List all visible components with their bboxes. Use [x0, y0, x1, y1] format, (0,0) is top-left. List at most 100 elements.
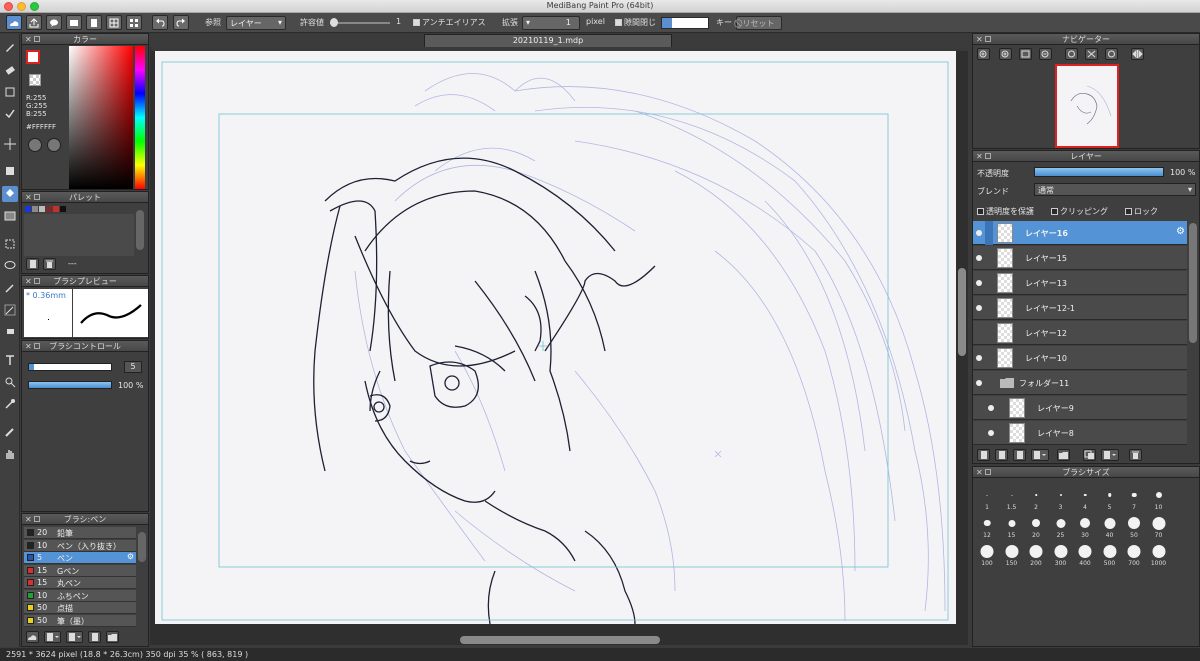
grid-button[interactable] [106, 15, 122, 30]
layer-row[interactable]: レイヤー10 [973, 346, 1187, 370]
brush-size-option[interactable]: 400 [1073, 539, 1097, 567]
new-halftone-layer-button[interactable] [995, 449, 1008, 461]
expand-stepper[interactable]: ▾ 1 [522, 16, 580, 30]
close-icon[interactable]: ✕ [25, 192, 32, 203]
brush-list-item[interactable]: 15 Gペン [24, 564, 136, 577]
visibility-icon[interactable] [976, 230, 982, 236]
visibility-icon[interactable] [976, 280, 982, 286]
brush-list-item[interactable]: 5 ペン ⚙ [24, 552, 136, 564]
message-button[interactable] [66, 15, 82, 30]
brush-list-item[interactable]: 50 点描 [24, 602, 136, 614]
eyedropper-tool[interactable] [2, 396, 18, 412]
document-tab[interactable]: 20210119_1.mdp [424, 34, 672, 47]
close-icon[interactable]: ✕ [25, 276, 32, 287]
popout-icon[interactable] [34, 194, 40, 200]
brush-list-item[interactable]: 50 筆（墨） [24, 614, 136, 627]
layer-row[interactable]: レイヤー13 [973, 271, 1187, 295]
clipping-checkbox[interactable] [1051, 208, 1058, 215]
close-icon[interactable]: ✕ [25, 514, 32, 525]
popout-icon[interactable] [985, 469, 991, 475]
palette-swatch[interactable] [39, 206, 45, 212]
lock-toggle[interactable]: ロック [1125, 206, 1158, 217]
brush-size-option[interactable]: 300 [1049, 539, 1073, 567]
document-button[interactable] [86, 15, 102, 30]
close-icon[interactable]: ✕ [976, 151, 983, 162]
nav-rotate-right-button[interactable] [1105, 48, 1118, 60]
brush-add-button[interactable] [44, 631, 61, 643]
layer-row[interactable]: レイヤー9 [973, 396, 1187, 420]
popout-icon[interactable] [34, 278, 40, 284]
gap-close-toggle[interactable]: 隙間閉じ [615, 17, 656, 28]
brush-list-scrollbar[interactable] [138, 532, 146, 562]
layer-row[interactable]: レイヤー16 ⚙ [973, 221, 1187, 245]
new-8bit-layer-button[interactable] [1013, 449, 1026, 461]
visibility-toggle[interactable] [976, 330, 982, 336]
layer-row[interactable]: レイヤー15 [973, 246, 1187, 270]
nav-flip-button[interactable] [1085, 48, 1098, 60]
dropper-tool[interactable] [2, 424, 18, 440]
saturation-value-field[interactable] [69, 46, 133, 189]
palette-swatch[interactable] [46, 206, 52, 212]
operation-tool[interactable] [2, 374, 18, 390]
delete-palette-button[interactable] [43, 258, 56, 270]
palette-scrollbar[interactable] [136, 210, 144, 250]
brush-size-option[interactable]: 10 [1147, 483, 1171, 511]
visibility-icon[interactable] [988, 405, 994, 411]
layer-list-scrollbar[interactable] [1189, 223, 1197, 343]
brush-size-option[interactable]: 200 [1024, 539, 1048, 567]
nav-zoom-out-button[interactable] [1039, 48, 1052, 60]
tolerance-slider[interactable] [330, 18, 390, 27]
popout-icon[interactable] [985, 153, 991, 159]
brush-size-option[interactable]: 20 [1024, 511, 1048, 539]
brush-opacity-slider[interactable] [28, 381, 112, 389]
brush-folder-button[interactable] [106, 631, 119, 643]
drawing-canvas[interactable] [155, 51, 956, 624]
eraser-tool[interactable] [2, 62, 18, 78]
brush-size-option[interactable]: 150 [1000, 539, 1024, 567]
nav-rotate-left-button[interactable] [1065, 48, 1078, 60]
nav-mirror-button[interactable] [1131, 48, 1144, 60]
layer-add-menu-button[interactable] [1031, 449, 1049, 461]
new-layer-button[interactable] [977, 449, 990, 461]
new-file-button[interactable] [6, 15, 22, 30]
new-folder-button[interactable] [1057, 449, 1070, 461]
visibility-icon[interactable] [976, 355, 982, 361]
brush-size-option[interactable]: 100 [975, 539, 999, 567]
brush-list-item[interactable]: 10 ふちペン [24, 589, 136, 602]
gradient-tool[interactable] [2, 208, 18, 224]
move-tool[interactable] [2, 136, 18, 152]
clipping-toggle[interactable]: クリッピング [1051, 206, 1108, 217]
redo-button[interactable] [173, 15, 189, 30]
popout-icon[interactable] [34, 343, 40, 349]
popout-icon[interactable] [34, 516, 40, 522]
magic-wand-tool[interactable] [2, 280, 18, 296]
antialias-toggle[interactable]: アンチエイリアス [413, 17, 486, 28]
gap-close-checkbox[interactable] [615, 19, 622, 26]
duplicate-layer-button[interactable] [1083, 449, 1096, 461]
gear-icon[interactable]: ⚙ [1176, 226, 1185, 237]
nav-fit-button[interactable] [1019, 48, 1032, 60]
antialias-checkbox[interactable] [413, 19, 420, 26]
lock-checkbox[interactable] [1125, 208, 1132, 215]
fill-rect-tool[interactable] [2, 163, 18, 179]
lasso-tool[interactable] [2, 258, 18, 274]
protect-alpha-checkbox[interactable] [977, 208, 984, 215]
layer-row[interactable]: レイヤー12-1 [973, 296, 1187, 320]
palette-swatch[interactable] [53, 206, 59, 212]
delete-layer-button[interactable] [1129, 449, 1142, 461]
blend-mode-select[interactable]: 通常 ▾ [1034, 183, 1196, 196]
brush-duplicate-button[interactable] [66, 631, 83, 643]
brush-size-option[interactable]: 700 [1122, 539, 1146, 567]
layer-row[interactable]: レイヤー8 [973, 421, 1187, 445]
hand-tool[interactable] [2, 446, 18, 462]
visibility-icon[interactable] [976, 380, 982, 386]
hue-slider[interactable] [135, 46, 145, 189]
gear-icon[interactable]: ⚙ [127, 552, 134, 561]
merge-down-button[interactable] [1101, 449, 1119, 461]
tolerance-slider-handle[interactable] [330, 18, 338, 27]
brush-size-option[interactable]: 15 [1000, 511, 1024, 539]
close-icon[interactable]: ✕ [976, 34, 983, 45]
brush-size-option[interactable]: 30 [1073, 511, 1097, 539]
reset-button[interactable]: ⃠ リセット [736, 16, 782, 30]
nav-zoom-in-2-button[interactable] [999, 48, 1012, 60]
